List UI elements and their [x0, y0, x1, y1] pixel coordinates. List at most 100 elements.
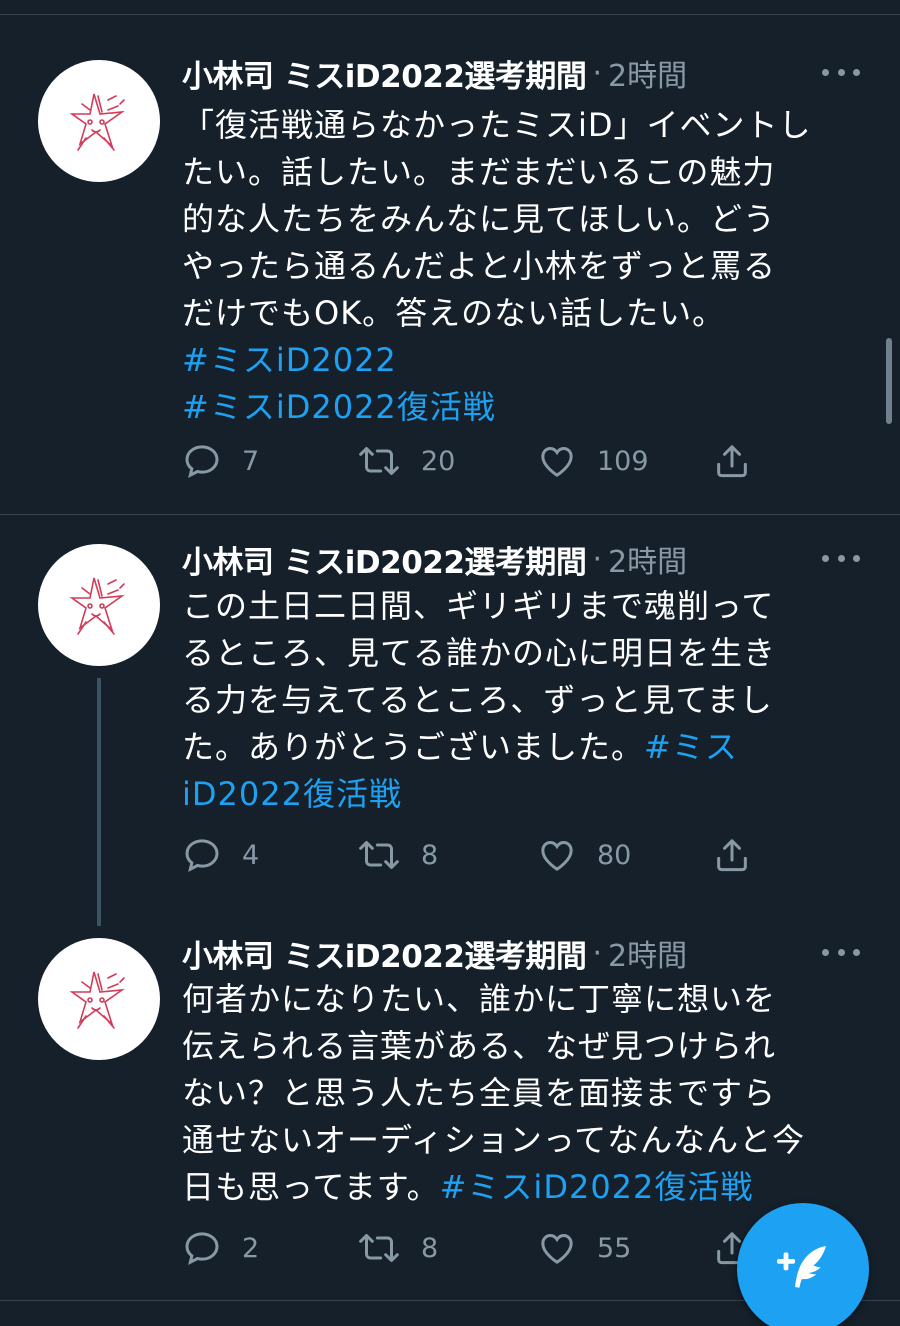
- author-name[interactable]: 小林司 ミスiD2022選考期間: [182, 931, 587, 976]
- heart-icon: [541, 840, 573, 871]
- text-span: 的な人たちをみんなに見てほしい。どう: [182, 200, 777, 238]
- retweet-icon: [359, 447, 399, 475]
- tweet-text: 「復活戦通らなかったミスiD」イベントし たい。話したい。まだまだいるこの魅力 …: [182, 102, 872, 431]
- author-name[interactable]: 小林司 ミスiD2022選考期間: [182, 51, 587, 96]
- reply-icon: [185, 839, 219, 872]
- text-line: だけでもOK。答えのない話したい。: [182, 290, 872, 337]
- retweet-icon: [359, 841, 399, 869]
- retweet-button[interactable]: 20: [357, 436, 455, 486]
- text-line: 何者かになりたい、誰かに丁寧に想いを: [182, 976, 872, 1023]
- author-name[interactable]: 小林司 ミスiD2022選考期間: [182, 537, 587, 582]
- text-span: だけでもOK。答えのない話したい。: [182, 294, 726, 332]
- tweet-text: この土日二日間、ギリギリまで魂削って るところ、見てる誰かの心に明日を生き る力…: [182, 583, 872, 818]
- reply-icon: [185, 445, 219, 478]
- hashtag-link[interactable]: #ミスiD2022復活戦: [440, 1168, 754, 1206]
- tweet-actions: 4 8 80: [182, 830, 802, 880]
- share-button[interactable]: [712, 830, 752, 880]
- text-span: た。ありがとうございました。: [182, 728, 645, 766]
- text-line: たい。話したい。まだまだいるこの魅力: [182, 149, 872, 196]
- hashtag-link[interactable]: #ミス: [644, 728, 738, 766]
- text-line: #ミスiD2022: [182, 337, 872, 384]
- reply-icon: [185, 1232, 219, 1265]
- avatar[interactable]: [38, 938, 160, 1060]
- text-span: やったら通るんだよと小林をずっと罵る: [182, 247, 777, 285]
- share-button[interactable]: [712, 436, 752, 486]
- text-line: るところ、見てる誰かの心に明日を生き: [182, 630, 872, 677]
- text-span: 伝えられる言葉がある、なぜ見つけられ: [182, 1027, 777, 1065]
- hashtag-link[interactable]: iD2022復活戦: [182, 775, 402, 813]
- retweet-icon: [359, 1234, 399, 1262]
- text-line: iD2022復活戦: [182, 771, 872, 818]
- separator: ·: [592, 55, 602, 91]
- like-button[interactable]: 55: [537, 1223, 631, 1273]
- star-doodle-avatar-image: [69, 971, 125, 1029]
- text-line: 的な人たちをみんなに見てほしい。どう: [182, 196, 872, 243]
- hashtag-link[interactable]: #ミスiD2022: [182, 341, 397, 379]
- avatar[interactable]: [38, 60, 160, 182]
- reply-button[interactable]: 4: [182, 830, 259, 880]
- compose-tweet-button[interactable]: [737, 1203, 869, 1326]
- retweet-button[interactable]: 8: [357, 830, 438, 880]
- text-span: 日も思ってます。: [182, 1168, 440, 1206]
- retweet-count: 20: [421, 445, 456, 477]
- tweet-header: 小林司 ミスiD2022選考期間 · 2時間: [182, 930, 687, 976]
- tweet-actions: 7 20 109: [182, 436, 802, 486]
- text-line: 通せないオーディションってなんなんと今: [182, 1117, 872, 1164]
- text-line: この土日二日間、ギリギリまで魂削って: [182, 583, 872, 630]
- text-line: た。ありがとうございました。#ミス: [182, 724, 872, 771]
- avatar[interactable]: [38, 544, 160, 666]
- text-span: 何者かになりたい、誰かに丁寧に想いを: [182, 980, 777, 1018]
- text-line: 「復活戦通らなかったミスiD」イベントし: [182, 102, 872, 149]
- share-icon: [717, 445, 747, 478]
- scrollbar[interactable]: [886, 338, 892, 424]
- text-line: 日も思ってます。#ミスiD2022復活戦: [182, 1164, 872, 1211]
- text-span: 通せないオーディションってなんなんと今: [182, 1121, 806, 1159]
- tweet-actions: 2 8 55: [182, 1223, 802, 1273]
- star-doodle-avatar-image: [69, 93, 125, 151]
- text-line: ない？と思う人たち全員を面接まですら: [182, 1070, 872, 1117]
- reply-button[interactable]: 7: [182, 436, 259, 486]
- timestamp[interactable]: 2時間: [608, 931, 687, 975]
- timeline: 小林司 ミスiD2022選考期間 · 2時間 「復活戦通らなかったミスiD」イベ…: [0, 0, 900, 1326]
- reply-count: 4: [242, 839, 260, 871]
- tweet-text: 何者かになりたい、誰かに丁寧に想いを 伝えられる言葉がある、なぜ見つけられ ない…: [182, 976, 872, 1211]
- like-count: 109: [597, 445, 649, 477]
- text-span: たい。話したい。まだまだいるこの魅力: [182, 153, 776, 191]
- retweet-count: 8: [421, 1232, 439, 1264]
- more-icon[interactable]: [822, 944, 860, 960]
- timestamp[interactable]: 2時間: [608, 51, 687, 95]
- text-span: る力を与えてるところ、ずっと見てまし: [182, 681, 773, 719]
- divider: [0, 514, 900, 515]
- star-doodle-avatar-image: [69, 577, 125, 635]
- text-line: る力を与えてるところ、ずっと見てまし: [182, 677, 872, 724]
- share-icon: [717, 839, 747, 872]
- more-icon[interactable]: [822, 64, 860, 80]
- text-span: るところ、見てる誰かの心に明日を生き: [182, 634, 777, 672]
- text-span: ない？と思う人たち全員を面接まですら: [182, 1074, 777, 1112]
- text-line: #ミスiD2022復活戦: [182, 384, 872, 431]
- text-line: やったら通るんだよと小林をずっと罵る: [182, 243, 872, 290]
- retweet-count: 8: [421, 839, 439, 871]
- thread-connector: [97, 678, 101, 926]
- reply-count: 2: [242, 1232, 260, 1264]
- heart-icon: [541, 1233, 573, 1264]
- like-count: 80: [597, 839, 632, 871]
- tweet-header: 小林司 ミスiD2022選考期間 · 2時間: [182, 536, 687, 582]
- separator: ·: [592, 935, 602, 971]
- like-button[interactable]: 80: [537, 830, 631, 880]
- divider: [0, 14, 900, 15]
- text-span: この土日二日間、ギリギリまで魂削って: [182, 587, 775, 625]
- more-icon[interactable]: [822, 550, 860, 566]
- hashtag-link[interactable]: #ミスiD2022復活戦: [182, 388, 496, 426]
- timestamp[interactable]: 2時間: [608, 537, 687, 581]
- separator: ·: [592, 541, 602, 577]
- compose-tweet-icon: [777, 1246, 826, 1288]
- heart-icon: [541, 446, 573, 477]
- like-button[interactable]: 109: [537, 436, 649, 486]
- reply-button[interactable]: 2: [182, 1223, 259, 1273]
- text-line: 伝えられる言葉がある、なぜ見つけられ: [182, 1023, 872, 1070]
- reply-count: 7: [242, 445, 260, 477]
- like-count: 55: [597, 1232, 632, 1264]
- retweet-button[interactable]: 8: [357, 1223, 438, 1273]
- tweet-header: 小林司 ミスiD2022選考期間 · 2時間: [182, 50, 687, 96]
